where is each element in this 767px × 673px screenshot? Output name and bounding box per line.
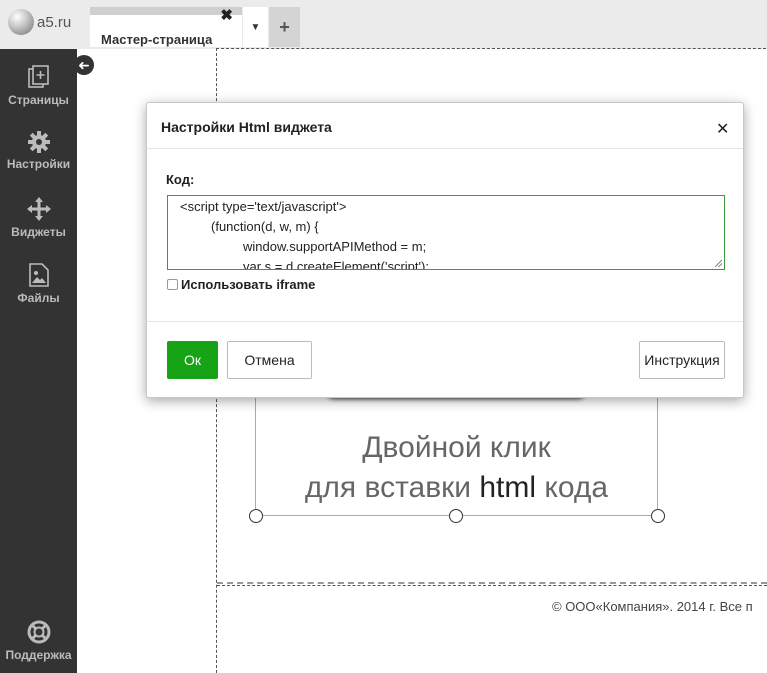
code-line: (function(d, w, m) { (211, 219, 319, 234)
gear-icon (27, 131, 50, 153)
move-icon (26, 197, 51, 221)
add-tab-button[interactable]: + (269, 7, 300, 47)
sidebar-item-label: Виджеты (11, 225, 66, 239)
widget-text-pre: для вставки (304, 471, 480, 504)
close-icon[interactable]: ✕ (716, 119, 729, 139)
pages-icon (27, 65, 49, 88)
footer-separator (217, 582, 767, 584)
lifebuoy-icon (27, 620, 50, 644)
resize-handle-bottom-right[interactable] (651, 509, 665, 523)
arrow-left-icon: ➜ (78, 57, 90, 73)
sidebar: Страницы Настройки Виджеты Файлы Поддерж… (0, 49, 77, 673)
dialog-title: Настройки Html виджета (161, 119, 332, 135)
sidebar-item-support[interactable]: Поддержка (0, 620, 77, 662)
logo[interactable]: a5.ru (8, 9, 71, 35)
widget-text-html: html (479, 471, 537, 504)
resize-handle-bottom-left[interactable] (249, 509, 263, 523)
logo-text: a5.ru (37, 13, 72, 31)
html-widget-settings-dialog: Настройки Html виджета ✕ Код: <script ty… (146, 102, 744, 398)
sidebar-item-widgets[interactable]: Виджеты (0, 197, 77, 239)
use-iframe-label[interactable]: Использовать iframe (181, 277, 315, 292)
sidebar-item-label: Настройки (6, 157, 71, 171)
use-iframe-checkbox[interactable] (167, 279, 178, 290)
instructions-button[interactable]: Инструкция (639, 341, 725, 379)
dialog-divider (147, 321, 743, 322)
sidebar-item-label: Страницы (8, 93, 69, 107)
tab-master-page[interactable]: ✖ Мастер-страница (90, 7, 242, 47)
footer-copyright: © ООО«Компания». 2014 г. Все п (552, 599, 753, 614)
code-line: var s = d.createElement('script'); (243, 259, 429, 270)
sidebar-item-label: Поддержка (5, 648, 72, 662)
iframe-option[interactable]: Использовать iframe (167, 277, 315, 292)
logo-globe-icon (8, 9, 34, 35)
code-label: Код: (166, 172, 195, 187)
sidebar-item-settings[interactable]: Настройки (0, 131, 77, 171)
sidebar-item-label: Файлы (17, 291, 60, 305)
code-line: window.supportAPIMethod = m; (243, 239, 427, 254)
sidebar-item-files[interactable]: Файлы (0, 263, 77, 305)
image-file-icon (28, 263, 49, 287)
widget-text-post: кода (536, 471, 609, 504)
code-textarea[interactable]: <script type='text/javascript'> (functio… (167, 195, 725, 270)
sidebar-item-pages[interactable]: Страницы (0, 65, 77, 107)
top-bar: a5.ru ✖ Мастер-страница ▼ + (0, 0, 767, 49)
tab-dropdown-button[interactable]: ▼ (243, 7, 268, 47)
textarea-resize-grip[interactable] (715, 260, 722, 267)
tab-label: Мастер-страница (101, 32, 213, 47)
collapse-sidebar-button[interactable]: ➜ (74, 55, 94, 75)
widget-placeholder-line1: Двойной клик (362, 431, 551, 464)
cancel-button[interactable]: Отмена (227, 341, 312, 379)
tab-close-icon[interactable]: ✖ (220, 8, 233, 23)
dialog-divider (147, 148, 743, 149)
ok-button[interactable]: Ок (167, 341, 218, 379)
widget-placeholder-line2: для вставки html кода (256, 471, 657, 505)
resize-handle-bottom-center[interactable] (449, 509, 463, 523)
footer-separator-inner (217, 585, 767, 586)
html-widget[interactable]: Двойной клик для вставки html кода (255, 380, 658, 516)
code-line: <script type='text/javascript'> (180, 199, 347, 214)
